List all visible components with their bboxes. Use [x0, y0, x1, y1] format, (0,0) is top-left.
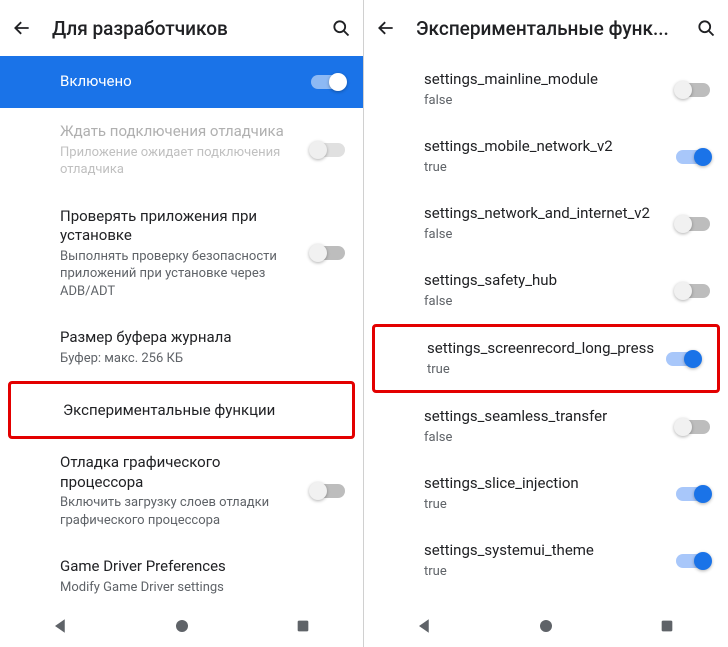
flag-name: settings_mobile_network_v2: [424, 137, 664, 157]
flag-row[interactable]: settings_wifi_dpp true: [364, 594, 728, 603]
flag-toggle[interactable]: [676, 284, 710, 298]
flag-name: settings_mainline_module: [424, 70, 664, 90]
verify-apps-row[interactable]: Проверять приложения при установке Выпол…: [0, 193, 363, 315]
flag-value: false: [424, 92, 664, 110]
header: Для разработчиков: [0, 0, 363, 56]
highlight-box: Экспериментальные функции: [8, 381, 355, 439]
search-icon[interactable]: [331, 18, 351, 38]
flag-row[interactable]: settings_systemui_theme true: [364, 527, 728, 594]
flag-value: true: [424, 496, 664, 514]
developer-options-toggle[interactable]: [311, 75, 345, 89]
row-secondary: Modify Game Driver settings: [60, 579, 345, 597]
flag-name: settings_systemui_theme: [424, 541, 664, 561]
developer-options-screen: Для разработчиков Включено Ждать подключ…: [0, 0, 364, 647]
nav-home-icon[interactable]: [170, 614, 194, 638]
row-secondary: Приложение ожидает подключения отладчика: [60, 144, 299, 179]
row-secondary: Включить загрузку слоев отладки графичес…: [60, 494, 299, 529]
flag-name: settings_slice_injection: [424, 474, 664, 494]
row-primary: Ждать подключения отладчика: [60, 122, 299, 142]
flag-name: settings_seamless_transfer: [424, 407, 664, 427]
flag-value: true: [424, 159, 664, 177]
back-icon[interactable]: [12, 18, 32, 38]
verify-apps-toggle[interactable]: [311, 246, 345, 260]
enabled-banner[interactable]: Включено: [0, 56, 363, 108]
row-primary: Проверять приложения при установке: [60, 207, 299, 246]
flag-value: false: [424, 293, 664, 311]
page-title: Экспериментальные функ...: [416, 17, 676, 40]
flag-toggle[interactable]: [676, 554, 710, 568]
flag-value: false: [424, 226, 664, 244]
game-driver-row[interactable]: Game Driver Preferences Modify Game Driv…: [0, 543, 363, 603]
wait-for-debugger-toggle: [311, 143, 345, 157]
back-icon[interactable]: [376, 18, 396, 38]
feature-flags-row[interactable]: Экспериментальные функции: [11, 384, 344, 436]
feature-flags-screen: Экспериментальные функ... settings_mainl…: [364, 0, 728, 647]
flag-toggle[interactable]: [676, 420, 710, 434]
row-primary: Отладка графического процессора: [60, 453, 299, 492]
search-icon[interactable]: [696, 18, 716, 38]
flag-row[interactable]: settings_network_and_internet_v2 false: [364, 190, 728, 257]
flag-value: false: [424, 429, 664, 447]
row-secondary: Буфер: макс. 256 КБ: [60, 350, 345, 368]
flag-name: settings_screenrecord_long_press: [427, 339, 654, 359]
page-title: Для разработчиков: [52, 17, 311, 40]
flag-row[interactable]: settings_seamless_transfer false: [364, 393, 728, 460]
nav-bar: [0, 603, 363, 647]
settings-list: Включено Ждать подключения отладчика При…: [0, 56, 363, 603]
nav-recent-icon[interactable]: [291, 614, 315, 638]
flag-row[interactable]: settings_mobile_network_v2 true: [364, 123, 728, 190]
row-secondary: Выполнять проверку безопасности приложен…: [60, 248, 299, 301]
flag-row[interactable]: settings_safety_hub false: [364, 257, 728, 324]
log-buffer-row[interactable]: Размер буфера журнала Буфер: макс. 256 К…: [0, 314, 363, 381]
flags-list: settings_mainline_module false settings_…: [364, 56, 728, 603]
highlight-box: settings_screenrecord_long_press true: [372, 324, 720, 393]
flag-toggle[interactable]: [676, 217, 710, 231]
row-primary: Экспериментальные функции: [63, 401, 326, 421]
flag-toggle[interactable]: [666, 352, 700, 366]
flag-toggle[interactable]: [676, 83, 710, 97]
nav-bar: [364, 603, 728, 647]
flag-name: settings_network_and_internet_v2: [424, 204, 664, 224]
wait-for-debugger-row: Ждать подключения отладчика Приложение о…: [0, 108, 363, 193]
flag-row-screenrecord[interactable]: settings_screenrecord_long_press true: [375, 327, 709, 390]
banner-label: Включено: [60, 72, 299, 92]
row-primary: Game Driver Preferences: [60, 557, 345, 577]
flag-name: settings_safety_hub: [424, 271, 664, 291]
nav-home-icon[interactable]: [534, 614, 558, 638]
gpu-debug-toggle[interactable]: [311, 484, 345, 498]
nav-recent-icon[interactable]: [655, 614, 679, 638]
flag-row[interactable]: settings_slice_injection true: [364, 460, 728, 527]
gpu-debug-row[interactable]: Отладка графического процессора Включить…: [0, 439, 363, 543]
flag-value: true: [424, 563, 664, 581]
flag-toggle[interactable]: [676, 150, 710, 164]
header: Экспериментальные функ...: [364, 0, 728, 56]
nav-back-icon[interactable]: [413, 614, 437, 638]
flag-toggle[interactable]: [676, 487, 710, 501]
nav-back-icon[interactable]: [49, 614, 73, 638]
row-primary: Размер буфера журнала: [60, 328, 345, 348]
flag-value: true: [427, 361, 654, 379]
flag-row[interactable]: settings_mainline_module false: [364, 56, 728, 123]
